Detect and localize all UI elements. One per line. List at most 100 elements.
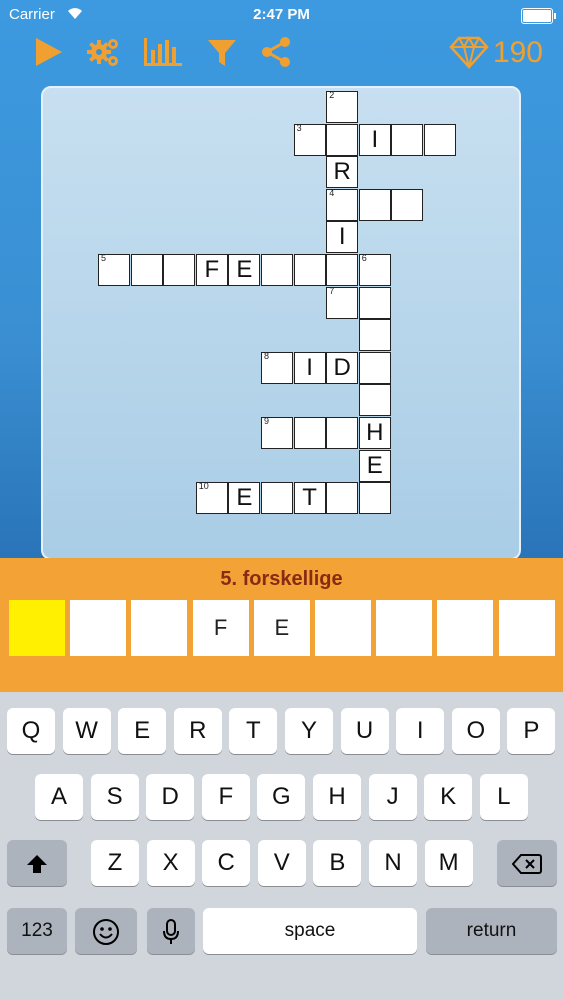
cell-letter: T <box>302 484 317 512</box>
key-e[interactable]: E <box>118 708 167 754</box>
key-v[interactable]: V <box>257 840 306 886</box>
key-y[interactable]: Y <box>285 708 333 754</box>
microphone-key[interactable] <box>147 908 195 954</box>
crossword-cell[interactable]: 5 <box>98 253 130 286</box>
key-n[interactable]: N <box>369 840 417 886</box>
crossword-cell[interactable]: F <box>195 254 228 286</box>
crossword-cell[interactable] <box>358 286 391 319</box>
key-j[interactable]: J <box>368 774 417 820</box>
crossword-cell[interactable]: R <box>326 156 359 189</box>
key-x[interactable]: X <box>146 840 195 886</box>
crossword-cell[interactable]: 2 <box>326 90 359 123</box>
key-m[interactable]: M <box>424 840 473 886</box>
crossword-cell[interactable] <box>358 319 391 352</box>
toolbar: 190 <box>0 32 563 76</box>
crossword-cell[interactable]: 4 <box>326 188 359 221</box>
crossword-cell[interactable]: 9 <box>261 416 293 449</box>
answer-box[interactable] <box>315 600 371 656</box>
crossword-cell[interactable] <box>326 417 359 449</box>
crossword-cell[interactable]: E <box>358 449 391 482</box>
numbers-key[interactable]: 123 <box>7 908 67 954</box>
clue-number: 2 <box>329 90 335 100</box>
crossword-cell[interactable] <box>391 123 424 156</box>
crossword-cell[interactable]: E <box>228 482 261 515</box>
stats-bar-chart-icon[interactable] <box>142 34 184 70</box>
key-l[interactable]: L <box>479 774 528 820</box>
clue-number: 9 <box>264 416 270 426</box>
crossword-cell[interactable] <box>326 123 359 156</box>
answer-box[interactable]: E <box>253 600 310 656</box>
delete-key[interactable] <box>497 840 557 886</box>
crossword-cell[interactable]: T <box>293 482 326 515</box>
crossword-cell[interactable] <box>391 188 424 221</box>
answer-box[interactable] <box>498 600 555 656</box>
answer-box[interactable] <box>9 600 65 656</box>
space-key[interactable]: space <box>203 908 417 954</box>
cell-letter: E <box>236 256 253 283</box>
shift-key[interactable] <box>7 840 67 886</box>
key-q[interactable]: Q <box>7 708 55 754</box>
clue-number: 6 <box>361 253 367 263</box>
key-f[interactable]: F <box>201 774 250 820</box>
crossword-cell[interactable]: 10 <box>195 481 228 515</box>
microphone-icon <box>162 917 180 944</box>
status-bar: Carrier 2:47 PM <box>0 0 563 30</box>
answer-box[interactable] <box>70 600 127 656</box>
crossword-cell[interactable] <box>293 417 326 449</box>
key-r[interactable]: R <box>173 708 222 754</box>
crossword-cell[interactable] <box>261 482 293 515</box>
crossword-cell[interactable]: I <box>326 221 359 254</box>
key-a[interactable]: A <box>35 774 83 820</box>
key-c[interactable]: C <box>202 840 251 886</box>
crossword-cell[interactable] <box>326 254 359 286</box>
clue-number: 8 <box>264 350 270 361</box>
share-icon[interactable] <box>258 34 294 70</box>
answer-box[interactable]: F <box>192 600 249 656</box>
crossword-cell[interactable]: H <box>358 417 391 449</box>
crossword-cell[interactable]: 3 <box>293 123 326 156</box>
crossword-cell[interactable]: E <box>228 254 261 286</box>
crossword-cell[interactable] <box>130 254 163 286</box>
crossword-cell[interactable] <box>261 254 293 286</box>
play-icon[interactable] <box>30 34 66 70</box>
filter-icon[interactable] <box>204 34 240 70</box>
key-b[interactable]: B <box>313 840 362 886</box>
cell-letter: R <box>333 158 351 186</box>
emoji-key[interactable] <box>75 908 137 954</box>
cell-letter: I <box>371 125 379 153</box>
key-k[interactable]: K <box>424 774 473 820</box>
crossword-cell[interactable] <box>358 351 391 384</box>
key-d[interactable]: D <box>146 774 195 820</box>
emoji-icon <box>92 917 120 945</box>
crossword-cell[interactable] <box>358 384 391 417</box>
crossword-cell[interactable] <box>424 123 456 156</box>
crossword-cell[interactable] <box>293 254 326 286</box>
crossword-cell[interactable]: I <box>293 351 326 384</box>
crossword-cell[interactable] <box>358 482 391 515</box>
crossword-cell[interactable]: 6 <box>358 253 391 286</box>
key-o[interactable]: O <box>451 708 500 754</box>
answer-box[interactable] <box>131 600 188 656</box>
return-key[interactable]: return <box>426 908 557 954</box>
key-t[interactable]: T <box>229 708 278 754</box>
crossword-cell[interactable]: 7 <box>326 286 359 319</box>
key-p[interactable]: P <box>507 708 556 754</box>
shift-arrow-icon <box>25 849 49 876</box>
crossword-board: 2 3 I R 4 I 5 F E 6 7 8 I D 9 H E 10 E T <box>41 86 521 560</box>
crossword-cell[interactable] <box>358 188 391 221</box>
settings-gears-icon[interactable] <box>86 34 122 70</box>
key-w[interactable]: W <box>62 708 111 754</box>
key-i[interactable]: I <box>396 708 445 754</box>
crossword-cell[interactable]: 8 <box>261 350 293 384</box>
key-s[interactable]: S <box>90 774 139 820</box>
answer-box[interactable] <box>376 600 433 656</box>
crossword-cell[interactable] <box>326 482 359 515</box>
key-g[interactable]: G <box>257 774 306 820</box>
key-h[interactable]: H <box>313 774 361 820</box>
key-u[interactable]: U <box>340 708 389 754</box>
crossword-cell[interactable] <box>163 254 196 286</box>
crossword-cell[interactable]: D <box>326 351 359 384</box>
crossword-cell[interactable]: I <box>358 123 391 156</box>
key-z[interactable]: Z <box>91 840 139 886</box>
answer-box[interactable] <box>437 600 494 656</box>
